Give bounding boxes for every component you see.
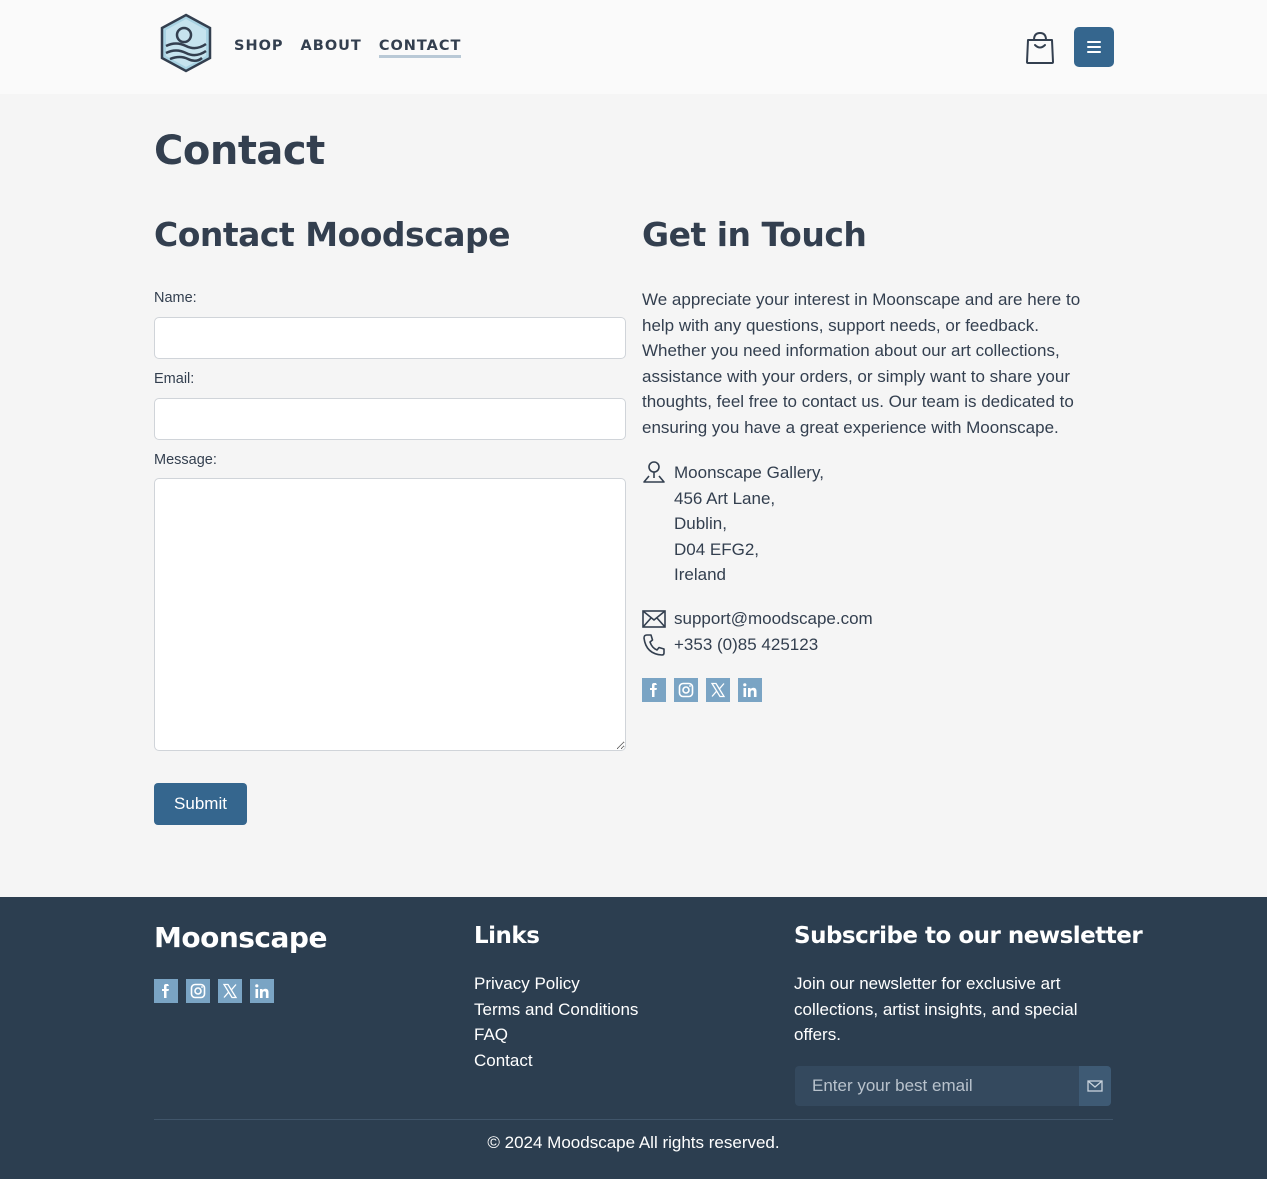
name-label: Name: (154, 290, 197, 306)
address-line: Moonscape Gallery, (674, 463, 824, 482)
address-line: Dublin, (674, 514, 727, 533)
page-title: Contact (154, 128, 325, 174)
nav-shop[interactable]: SHOP (234, 38, 284, 58)
social-links (642, 678, 762, 702)
support-email[interactable]: support@moodscape.com (674, 609, 873, 629)
name-field[interactable] (154, 317, 626, 359)
phone-icon (643, 634, 665, 656)
footer-divider (154, 1119, 1113, 1120)
menu-button[interactable] (1074, 27, 1114, 67)
footer-link-privacy[interactable]: Privacy Policy (474, 974, 580, 993)
address-line: D04 EFG2, (674, 539, 760, 559)
newsletter-submit-button[interactable] (1079, 1066, 1111, 1106)
email-label: Email: (154, 371, 195, 387)
shopping-bag-icon[interactable] (1025, 31, 1055, 65)
email-field[interactable] (154, 398, 626, 440)
main-nav: SHOP ABOUT CONTACT (234, 38, 462, 58)
address-block: Moonscape Gallery, 456 Art Lane, Dublin,… (674, 460, 824, 588)
footer-links: Privacy Policy Terms and Conditions FAQ … (474, 971, 638, 1073)
instagram-icon[interactable] (674, 678, 698, 702)
support-phone[interactable]: +353 (0)85 425123 (674, 635, 818, 655)
newsletter-heading: Subscribe to our newsletter (794, 923, 1143, 949)
logo-icon[interactable] (156, 13, 216, 73)
submit-button[interactable]: Submit (154, 783, 247, 825)
envelope-icon (1087, 1080, 1103, 1092)
footer-brand: Moonscape (154, 921, 327, 954)
newsletter-email-input[interactable] (795, 1066, 1079, 1106)
newsletter-form (795, 1066, 1111, 1106)
copyright: © 2024 Moodscape All rights reserved. (487, 1133, 780, 1152)
x-twitter-icon[interactable] (706, 678, 730, 702)
message-label: Message: (154, 452, 217, 468)
form-heading: Contact Moodscape (154, 215, 511, 254)
location-pin-icon (643, 461, 665, 483)
x-twitter-icon[interactable] (218, 979, 242, 1003)
newsletter-text: Join our newsletter for exclusive art co… (794, 974, 1078, 1045)
site-header: SHOP ABOUT CONTACT (0, 0, 1267, 94)
footer-link-faq[interactable]: FAQ (474, 1025, 508, 1044)
footer-link-contact[interactable]: Contact (474, 1051, 533, 1070)
linkedin-icon[interactable] (738, 678, 762, 702)
footer-social-links (154, 979, 274, 1003)
footer-link-terms[interactable]: Terms and Conditions (474, 1000, 638, 1019)
address-line: Ireland (674, 565, 726, 584)
message-field[interactable] (154, 478, 626, 751)
info-heading: Get in Touch (642, 215, 867, 254)
hamburger-menu-icon (1087, 41, 1101, 53)
facebook-icon[interactable] (642, 678, 666, 702)
linkedin-icon[interactable] (250, 979, 274, 1003)
intro-text: We appreciate your interest in Moonscape… (642, 290, 1081, 437)
envelope-icon (642, 610, 666, 628)
facebook-icon[interactable] (154, 979, 178, 1003)
instagram-icon[interactable] (186, 979, 210, 1003)
nav-contact[interactable]: CONTACT (378, 38, 462, 58)
footer-links-heading: Links (474, 923, 540, 949)
site-footer: Moonscape Links Privacy Policy Terms and… (0, 897, 1267, 1179)
nav-about[interactable]: ABOUT (301, 38, 362, 58)
address-line: 456 Art Lane, (674, 488, 776, 508)
